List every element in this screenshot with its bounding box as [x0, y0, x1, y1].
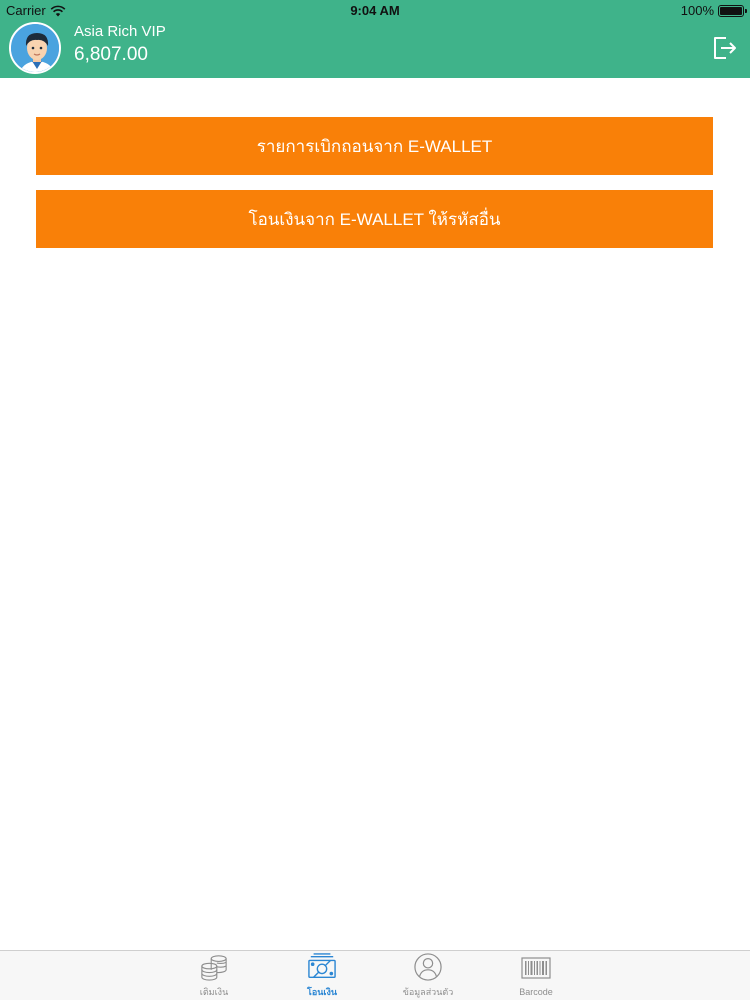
withdraw-history-button[interactable]: รายการเบิกถอนจาก E-WALLET — [36, 117, 713, 175]
avatar[interactable] — [9, 22, 61, 74]
tab-transfer[interactable]: โอนเงิน — [282, 953, 362, 999]
battery-info: 100% — [680, 3, 747, 18]
barcode-icon — [521, 957, 551, 979]
status-bar: Carrier 9:04 AM 100% — [0, 0, 750, 20]
user-avatar-icon — [11, 24, 59, 72]
tab-profile-label: ข้อมูลส่วนตัว — [402, 987, 454, 997]
user-name: Asia Rich VIP — [74, 23, 166, 40]
tab-barcode-label: Barcode — [519, 987, 553, 997]
tab-topup[interactable]: เติมเงิน — [174, 953, 254, 999]
money-icon — [308, 953, 336, 978]
tab-barcode[interactable]: Barcode — [496, 953, 576, 999]
status-time: 9:04 AM — [350, 3, 400, 18]
tab-transfer-label: โอนเงิน — [306, 987, 337, 997]
tab-profile[interactable]: ข้อมูลส่วนตัว — [388, 953, 468, 999]
battery-icon — [718, 4, 747, 17]
transfer-wallet-button[interactable]: โอนเงินจาก E-WALLET ให้รหัสอื่น — [36, 190, 713, 248]
logout-icon — [714, 37, 736, 59]
main-content: รายการเบิกถอนจาก E-WALLET โอนเงินจาก E-W… — [0, 78, 750, 950]
battery-label: 100% — [680, 3, 714, 18]
coins-icon — [201, 955, 227, 981]
profile-icon — [414, 953, 442, 981]
tab-bar: เติมเงิน โอนเงิน ข้อมูลส่วนตัว Barcode — [0, 950, 750, 1000]
logout-button[interactable] — [710, 34, 738, 62]
app-header: Asia Rich VIP 6,807.00 — [0, 20, 750, 78]
wallet-balance: 6,807.00 — [74, 44, 148, 65]
tab-topup-label: เติมเงิน — [199, 987, 229, 997]
